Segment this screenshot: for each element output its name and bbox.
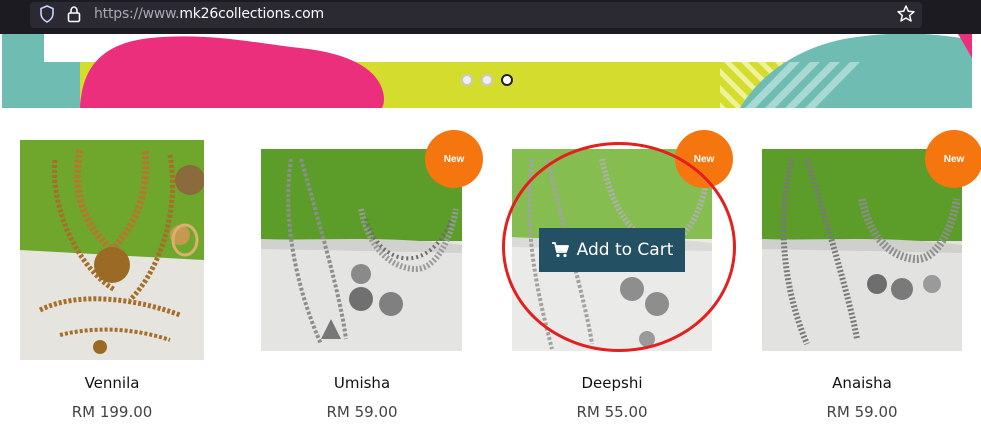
new-badge: New — [925, 130, 981, 188]
product-price: RM 55.00 — [576, 403, 648, 421]
product-photo — [762, 149, 962, 351]
product-price: RM 59.00 — [826, 403, 898, 421]
product-name[interactable]: Umisha — [262, 374, 462, 392]
product-photo — [20, 140, 204, 360]
product-name[interactable]: Anaisha — [762, 374, 962, 392]
url-text[interactable]: https://www.mk26collections.com — [94, 6, 324, 22]
hero-banner — [0, 34, 981, 110]
slider-dot-1[interactable] — [461, 74, 473, 86]
product-price: RM 199.00 — [71, 403, 153, 421]
shield-icon[interactable] — [39, 5, 55, 23]
badge-label: New — [443, 153, 465, 165]
add-to-cart-button[interactable]: Add to Cart — [539, 228, 685, 272]
banner-graphic — [0, 34, 981, 110]
new-badge: New — [675, 130, 733, 188]
slider-dot-3[interactable] — [501, 74, 513, 86]
page: https://www.mk26collections.com Vennila … — [0, 0, 981, 433]
product-name[interactable]: Vennila — [12, 374, 212, 392]
url-domain: mk26collections.com — [179, 6, 324, 22]
product-photo — [261, 149, 462, 351]
badge-label: New — [693, 153, 715, 165]
product-image-vennila[interactable] — [20, 140, 204, 360]
url-prefix: https://www. — [94, 6, 180, 22]
product-image-umisha[interactable] — [261, 149, 462, 351]
cart-icon — [551, 242, 569, 258]
add-to-cart-label: Add to Cart — [576, 240, 674, 260]
new-badge: New — [425, 130, 483, 188]
browser-toolbar: https://www.mk26collections.com — [0, 0, 981, 34]
product-name[interactable]: Deepshi — [512, 374, 712, 392]
lock-icon[interactable] — [66, 5, 82, 23]
badge-label: New — [943, 153, 965, 165]
product-price: RM 59.00 — [326, 403, 398, 421]
product-image-anaisha[interactable] — [762, 149, 962, 351]
bookmark-star-icon[interactable] — [896, 4, 916, 24]
slider-dot-2[interactable] — [481, 74, 493, 86]
